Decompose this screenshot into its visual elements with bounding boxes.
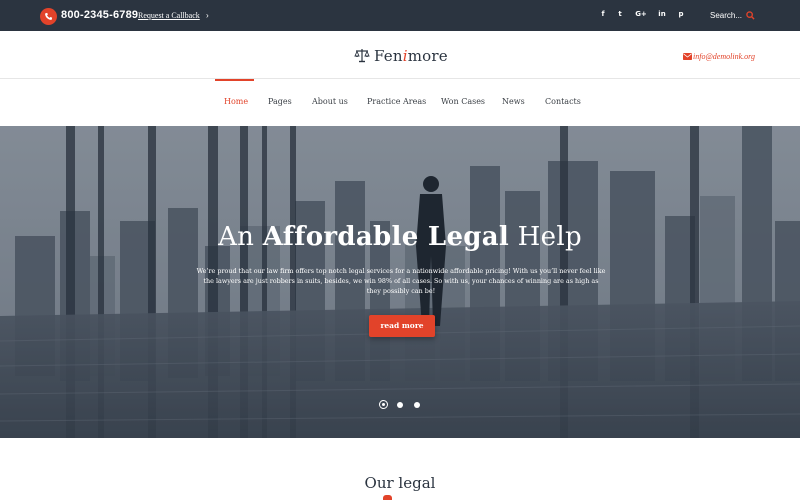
- twitter-icon[interactable]: t: [614, 10, 626, 18]
- section-title-decoration: [383, 495, 392, 500]
- logo-text-part2: more: [407, 47, 448, 65]
- phone-number[interactable]: 800-2345-6789: [61, 9, 138, 21]
- slider-dot-3[interactable]: [414, 402, 420, 408]
- chevron-right-icon: ›: [206, 11, 209, 20]
- nav-item-about-us[interactable]: About us: [312, 97, 348, 106]
- slider-dot-1[interactable]: [379, 400, 388, 409]
- nav-item-won-cases[interactable]: Won Cases: [441, 97, 485, 106]
- phone-icon: [40, 8, 57, 25]
- hero-description: We’re proud that our law firm offers top…: [196, 267, 606, 295]
- hero-title-prefix: An: [218, 222, 263, 252]
- nav-item-news[interactable]: News: [502, 97, 525, 106]
- nav-active-caret: [229, 121, 239, 126]
- site-logo[interactable]: Fenimore: [374, 47, 448, 65]
- nav-item-practice-areas[interactable]: Practice Areas: [367, 97, 426, 106]
- scales-of-justice-icon: [354, 49, 370, 63]
- search-input[interactable]: Search...: [710, 11, 742, 20]
- mail-icon: [683, 53, 692, 60]
- google-plus-icon[interactable]: G+: [635, 10, 647, 18]
- search-icon[interactable]: [746, 11, 755, 20]
- request-callback-link[interactable]: Request a Callback: [138, 11, 200, 20]
- active-nav-indicator: [215, 79, 254, 81]
- nav-item-home[interactable]: Home: [224, 97, 248, 106]
- nav-item-contacts[interactable]: Contacts: [545, 97, 581, 106]
- pinterest-icon[interactable]: p: [675, 10, 687, 18]
- section-title: Our legal: [364, 474, 436, 492]
- facebook-icon[interactable]: f: [597, 10, 609, 18]
- linkedin-icon[interactable]: in: [656, 10, 668, 18]
- nav-item-pages[interactable]: Pages: [268, 97, 292, 106]
- hero-title: An Affordable Legal Help: [0, 222, 800, 252]
- hero-title-suffix: Help: [509, 222, 582, 252]
- slider-dot-2[interactable]: [397, 402, 403, 408]
- email-link[interactable]: info@demolink.org: [693, 52, 755, 61]
- logo-text-part1: Fen: [374, 47, 403, 65]
- read-more-button[interactable]: read more: [369, 315, 435, 337]
- hero-title-bold: Affordable Legal: [262, 222, 510, 252]
